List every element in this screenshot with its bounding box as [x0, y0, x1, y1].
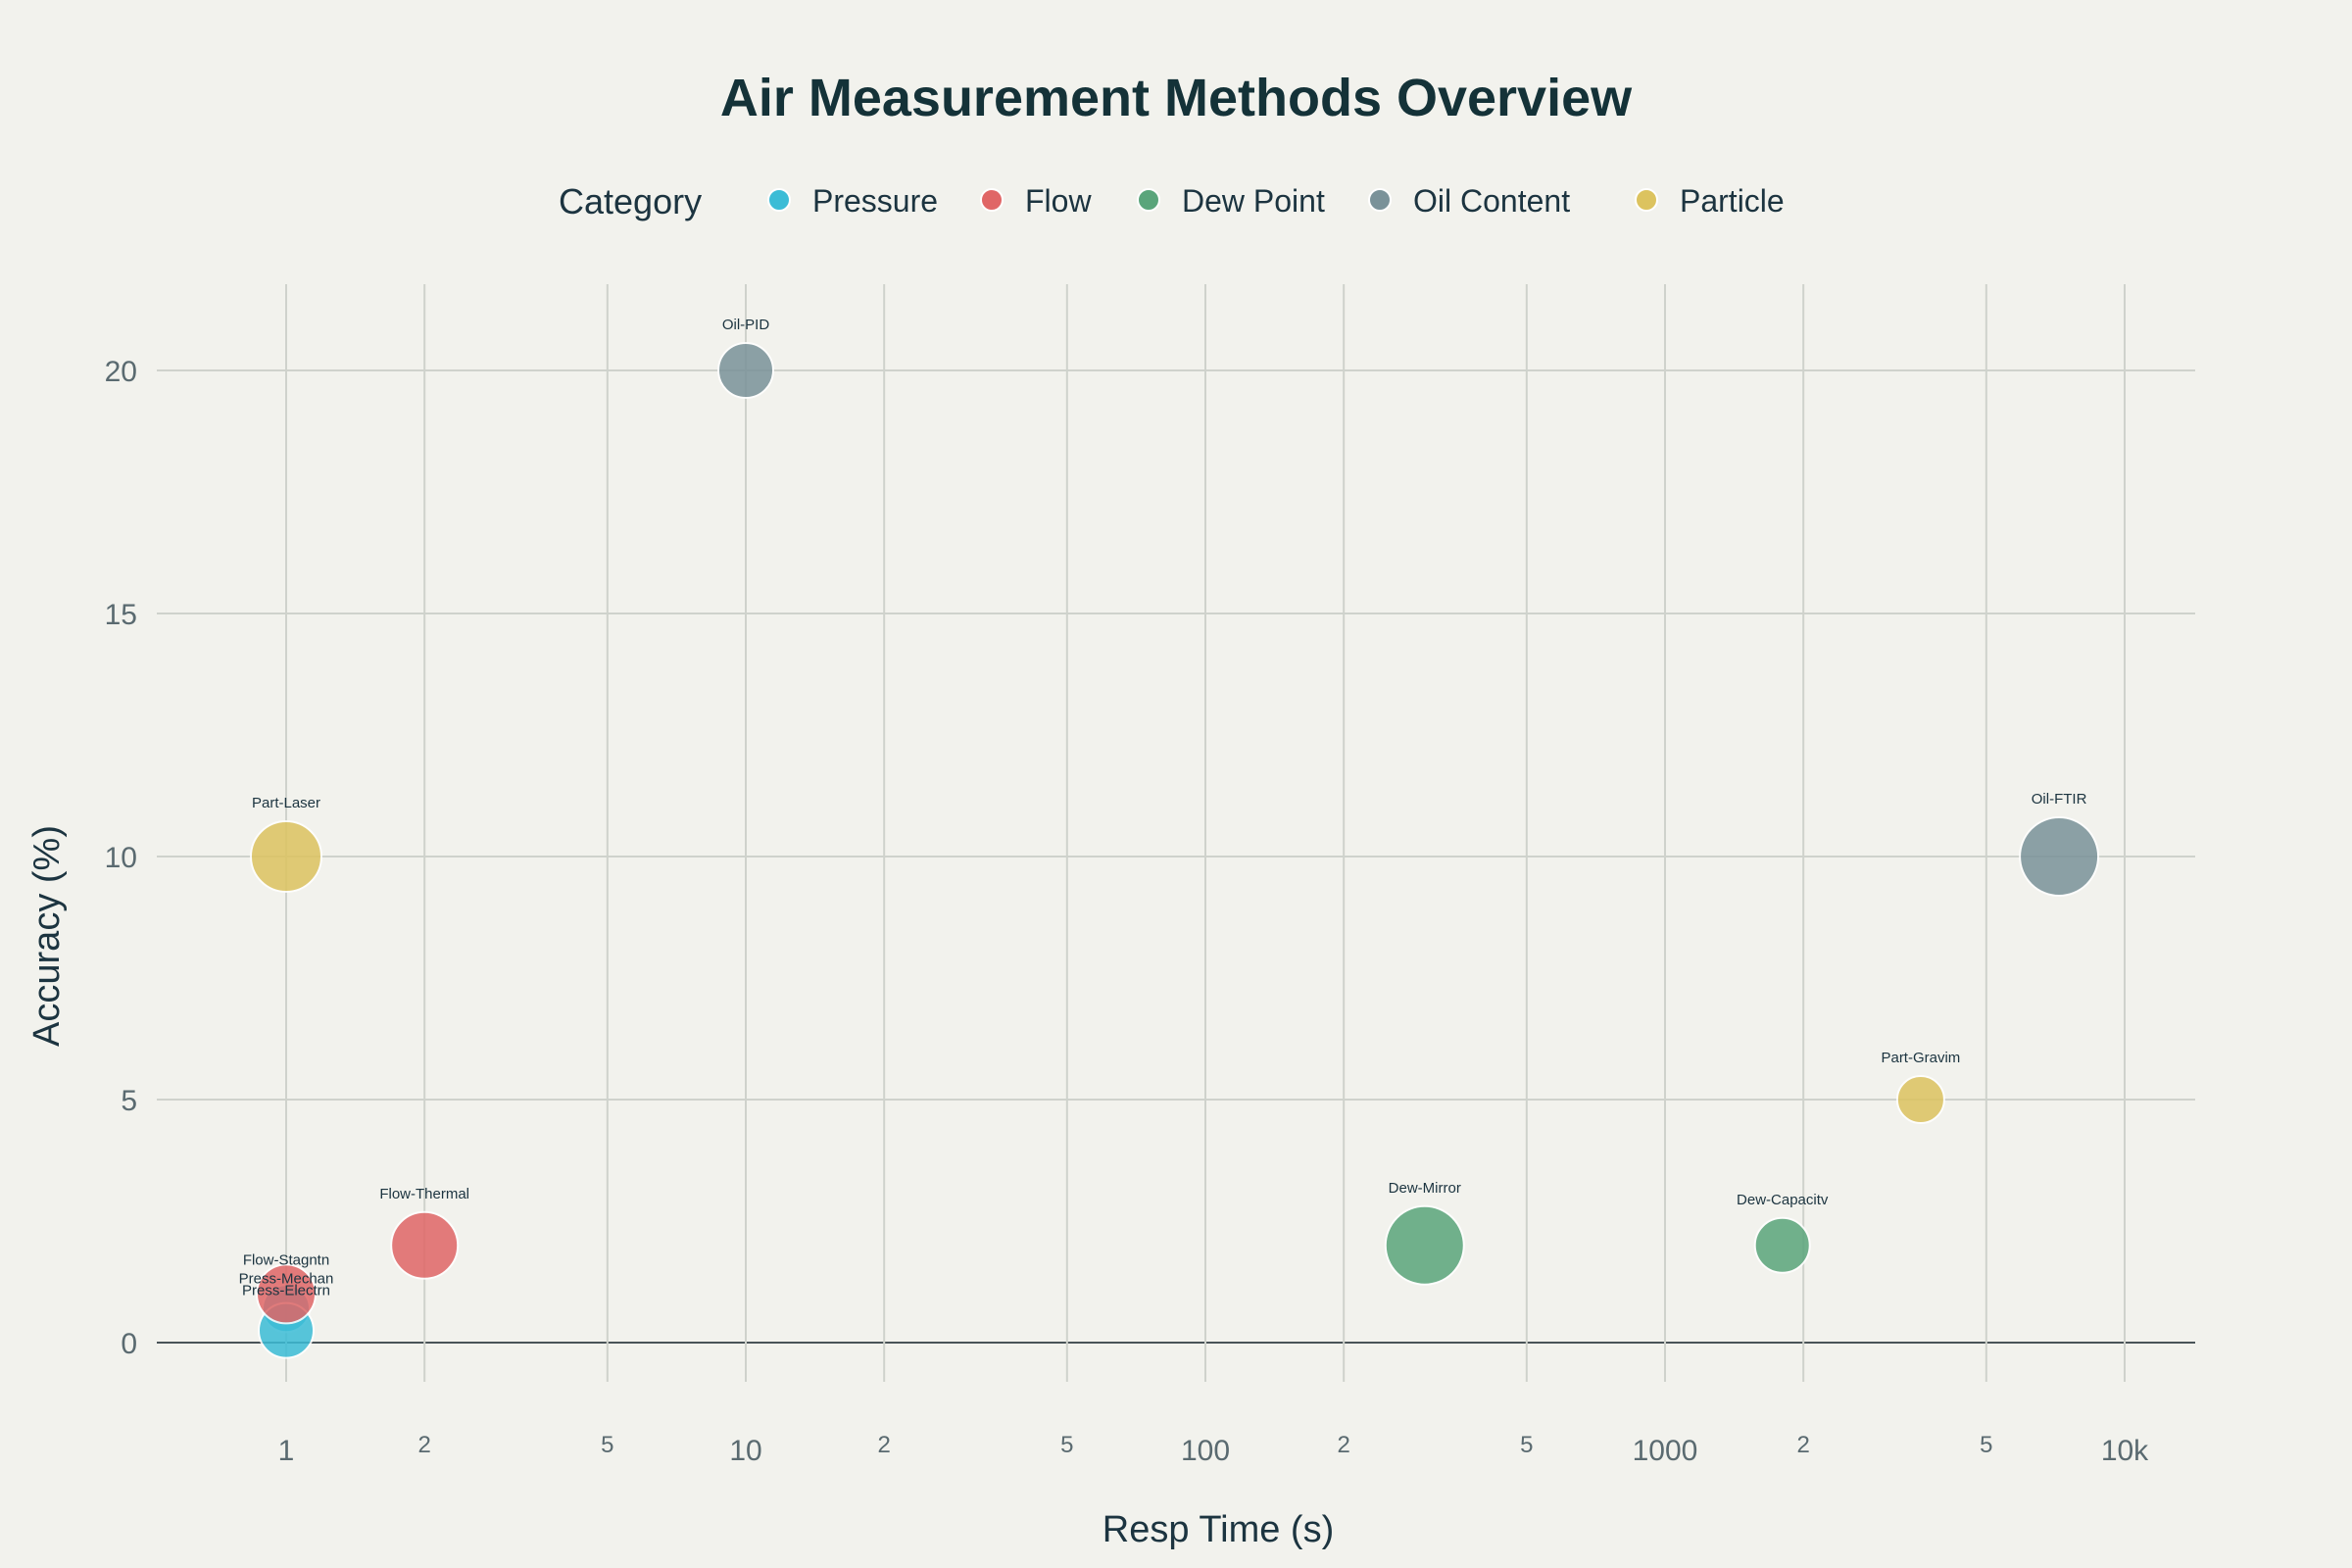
data-point[interactable] — [1895, 1075, 1945, 1124]
data-point[interactable] — [717, 342, 774, 399]
x-minor-tick-label: 2 — [418, 1432, 431, 1458]
scatter-chart: 051015201 2 5 10 2 5 100 2 5 1000 2 5 10k Press-Mech… — [26, 69, 2195, 1550]
legend-marker — [1137, 188, 1160, 212]
legend-item-label: Particle — [1680, 183, 1785, 219]
data-point[interactable] — [1753, 1216, 1811, 1274]
y-tick-label: 15 — [105, 599, 137, 631]
y-tick-label: 0 — [121, 1328, 137, 1360]
point-label: Part-Gravim — [1881, 1050, 1960, 1066]
x-minor-tick-label: 5 — [1980, 1432, 1992, 1458]
data-point[interactable] — [1384, 1204, 1465, 1286]
legend-item-label: Dew Point — [1182, 183, 1325, 219]
x-minor-tick-label: 5 — [601, 1432, 613, 1458]
data-point[interactable] — [2019, 816, 2100, 897]
legend-title: Category — [559, 181, 702, 221]
x-tick-label: 1000 — [1633, 1435, 1698, 1467]
point-label: Flow-Stagntn — [243, 1251, 329, 1268]
y-tick-label: 5 — [121, 1085, 137, 1117]
point-label: Part-Laser — [252, 795, 320, 811]
legend: Category Pressure Flow Dew Point Oil Conten… — [559, 181, 1785, 221]
y-tick-label: 20 — [105, 356, 137, 388]
legend-marker — [1368, 188, 1392, 212]
axis-layer: 0 5 10 15 20 1 2 5 10 2 5 100 2 5 1000 2 5 10k — [105, 356, 2150, 1467]
x-axis-title: Resp Time (s) — [1102, 1509, 1334, 1550]
x-tick-label: 10 — [729, 1435, 761, 1467]
x-tick-label: 1 — [278, 1435, 295, 1467]
data-point[interactable] — [250, 820, 322, 893]
point-label: Press-Electrn — [242, 1283, 330, 1299]
x-minor-tick-label: 2 — [1797, 1432, 1810, 1458]
point-label: Oil-PID — [722, 317, 770, 333]
grid-layer — [157, 284, 2195, 1382]
point-label: Dew-Mirror — [1389, 1180, 1461, 1197]
legend-marker — [1635, 188, 1658, 212]
legend-item-label: Pressure — [812, 183, 938, 219]
point-labels-layer: Press-MechanPress-ElectrnFlow-StagntnFlo… — [239, 317, 2087, 1299]
point-label: Flow-Thermal — [379, 1186, 469, 1202]
legend-marker — [980, 188, 1004, 212]
chart-root: 0 5 10 15 20 1 2 5 10 2 5 100 2 5 1000 2 5 10k Press-Mech… — [0, 0, 2352, 1568]
y-axis-title: Accuracy (%) — [26, 825, 68, 1047]
x-minor-tick-label: 5 — [1060, 1432, 1073, 1458]
legend-item-label: Flow — [1025, 183, 1092, 219]
legend-item-label: Oil Content — [1413, 183, 1570, 219]
data-point[interactable] — [390, 1210, 460, 1280]
y-tick-label: 10 — [105, 842, 137, 874]
point-label: Dew-Capacitv — [1737, 1192, 1829, 1208]
legend-marker — [767, 188, 791, 212]
x-minor-tick-label: 2 — [878, 1432, 891, 1458]
x-minor-tick-label: 2 — [1338, 1432, 1350, 1458]
point-label: Oil-FTIR — [2032, 791, 2087, 808]
chart-title: Air Measurement Methods Overview — [720, 69, 1633, 127]
x-minor-tick-label: 5 — [1520, 1432, 1533, 1458]
x-tick-label: 10k — [2101, 1435, 2149, 1467]
x-tick-label: 100 — [1181, 1435, 1230, 1467]
